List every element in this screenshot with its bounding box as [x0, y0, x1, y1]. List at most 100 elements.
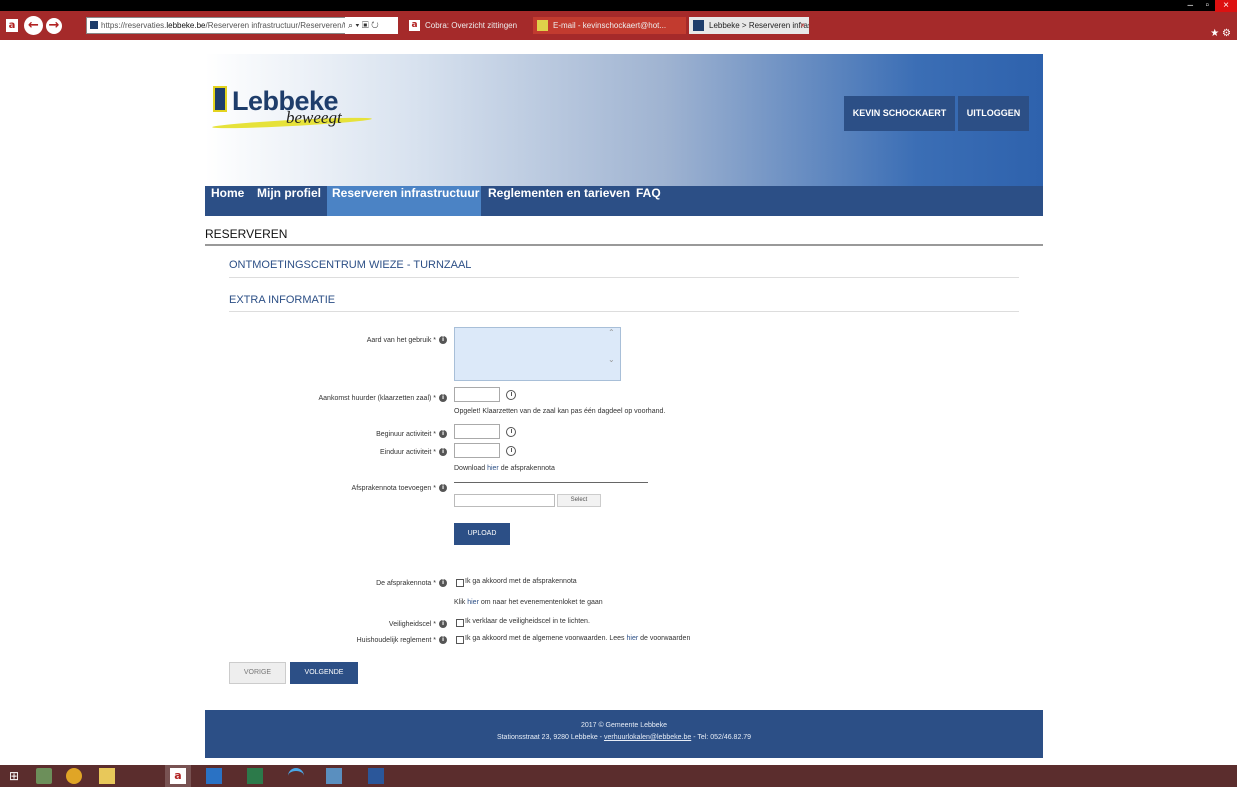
word-icon[interactable]	[368, 768, 384, 784]
label-text: Einduur activiteit *	[379, 448, 436, 456]
lebbeke-logo[interactable]: Lebbeke beweegt	[211, 84, 382, 154]
nav-faq[interactable]: FAQ	[636, 186, 661, 216]
textarea-scrollbar[interactable]: ⌃ ⌄	[608, 328, 618, 380]
note-text: om naar het evenementenloket te gaan	[480, 599, 603, 606]
taskbar: ⊞ a	[0, 765, 1237, 787]
address-domain: lebbeke.be	[166, 21, 206, 30]
section-title: EXTRA INFORMATIE	[229, 294, 336, 306]
nav-reserveren[interactable]: Reserveren infrastructuur	[327, 186, 481, 216]
acrobat-icon[interactable]: a	[170, 768, 186, 784]
nav-profiel[interactable]: Mijn profiel	[257, 186, 321, 216]
label-text: Huishoudelijk reglement *	[356, 636, 436, 644]
divider	[454, 482, 648, 483]
evenementenloket-link[interactable]: hier	[467, 599, 479, 606]
eind-time-input[interactable]	[454, 443, 500, 458]
huis-label: Huishoudelijk reglement * i	[357, 636, 447, 644]
huis-text[interactable]: Ik ga akkoord met de algemene voorwaarde…	[465, 635, 690, 642]
divider	[205, 244, 1043, 246]
clock-icon[interactable]	[506, 446, 516, 456]
tab-close-icon[interactable]: ×	[800, 17, 805, 34]
clock-icon[interactable]	[506, 427, 516, 437]
upload-button[interactable]: UPLOAD	[454, 523, 510, 545]
next-button[interactable]: VOLGENDE	[290, 662, 358, 684]
info-icon[interactable]: i	[439, 579, 447, 587]
logo-sub: beweegt	[286, 108, 342, 127]
begin-time-input[interactable]	[454, 424, 500, 439]
aankomst-time-input[interactable]	[454, 387, 500, 402]
aard-label: Aard van het gebruik * i	[367, 336, 447, 344]
info-icon[interactable]: i	[439, 336, 447, 344]
page-title: RESERVEREN	[205, 227, 288, 241]
app-icon[interactable]	[36, 768, 52, 784]
huis-text-pre: Ik ga akkoord met de algemene voorwaarde…	[465, 635, 625, 642]
eind-label: Einduur activiteit * i	[380, 448, 447, 456]
nav-reglementen[interactable]: Reglementen en tarieven	[488, 186, 630, 216]
note-text: Klik	[454, 599, 466, 606]
info-icon[interactable]: i	[439, 484, 447, 492]
akkoord-label: De afsprakennota * i	[376, 579, 447, 587]
previous-button[interactable]: VORIGE	[229, 662, 286, 684]
favorites-icon[interactable]: ★ ⚙	[1210, 28, 1231, 39]
folder-icon[interactable]	[99, 768, 115, 784]
footer-address: Stationsstraat 23, 9280 Lebbeke -	[496, 734, 603, 741]
begin-label: Beginuur activiteit * i	[376, 430, 447, 438]
network-icon[interactable]	[326, 768, 342, 784]
veilig-label: Veiligheidscel * i	[389, 620, 447, 628]
opgelet-note: Opgelet! Klaarzetten van de zaal kan pas…	[454, 408, 666, 415]
info-icon[interactable]: i	[439, 636, 447, 644]
nav-home[interactable]: Home	[211, 186, 244, 216]
location-title: ONTMOETINGSCENTRUM WIEZE - TURNZAAL	[229, 259, 472, 271]
wifi-icon[interactable]	[288, 768, 304, 784]
select-file-button[interactable]: Select	[557, 494, 601, 507]
minimize-icon[interactable]: –	[1187, 0, 1193, 11]
info-icon[interactable]: i	[439, 448, 447, 456]
info-icon[interactable]: i	[439, 394, 447, 402]
windows-start-icon[interactable]: ⊞	[6, 768, 22, 784]
veilig-checkbox[interactable]	[456, 619, 464, 627]
footer-email-link[interactable]: verhuurlokalen@lebbeke.be	[604, 734, 691, 741]
address-actions[interactable]: ⌕ ▾ ▣ ↻	[345, 17, 398, 34]
tab-cobra[interactable]: a Cobra: Overzicht zittingen	[405, 17, 530, 34]
logo-mark-icon	[213, 86, 227, 112]
footer-contact: Stationsstraat 23, 9280 Lebbeke - verhuu…	[205, 734, 1043, 741]
info-icon[interactable]: i	[439, 620, 447, 628]
browser-toolbar: a ← → https://reservaties.lebbeke.be/Res…	[0, 11, 1237, 40]
header-banner: Lebbeke beweegt KEVIN SCHOCKAERT UITLOGG…	[205, 54, 1043, 186]
footer: 2017 © Gemeente Lebbeke Stationsstraat 2…	[205, 710, 1043, 758]
huis-text-post: de voorwaarden	[640, 635, 691, 642]
close-window-icon[interactable]: ×	[1215, 0, 1237, 12]
akkoord-text[interactable]: Ik ga akkoord met de afsprakennota	[465, 578, 577, 585]
main-nav: Home Mijn profiel Reserveren infrastruct…	[205, 186, 1043, 216]
site-favicon	[90, 21, 98, 29]
chrome-icon[interactable]	[66, 768, 82, 784]
site-container: Lebbeke beweegt KEVIN SCHOCKAERT UITLOGG…	[205, 54, 1043, 765]
site-icon	[693, 20, 704, 31]
label-text: Veiligheidscel *	[388, 620, 436, 628]
forward-button[interactable]: →	[46, 18, 62, 34]
info-icon[interactable]: i	[439, 430, 447, 438]
logout-button[interactable]: UITLOGGEN	[958, 96, 1029, 131]
outlook-icon[interactable]	[206, 768, 222, 784]
label-text: Afsprakennota toevoegen *	[351, 484, 436, 492]
download-link[interactable]: hier	[487, 465, 499, 472]
tab-lebbeke[interactable]: Lebbeke > Reserveren infras... ×	[689, 17, 809, 34]
user-button[interactable]: KEVIN SCHOCKAERT	[844, 96, 955, 131]
label-text: De afsprakennota *	[376, 579, 436, 587]
file-path-input[interactable]	[454, 494, 555, 507]
huis-checkbox[interactable]	[456, 636, 464, 644]
aard-textarea[interactable]: ⌃ ⌄	[454, 327, 621, 381]
akkoord-checkbox[interactable]	[456, 579, 464, 587]
nota-label: Afsprakennota toevoegen * i	[352, 484, 447, 492]
restore-icon[interactable]: ▫	[1205, 0, 1209, 11]
klik-note: Klik hier om naar het evenementenloket t…	[454, 599, 603, 606]
label-text: Aankomst huurder (klaarzetten zaal) *	[318, 394, 437, 402]
pdf-app-icon[interactable]: a	[6, 19, 18, 32]
back-button[interactable]: ←	[24, 16, 43, 35]
aankomst-label: Aankomst huurder (klaarzetten zaal) * i	[318, 394, 447, 402]
app-tm-icon[interactable]	[247, 768, 263, 784]
divider	[229, 311, 1019, 312]
veilig-text[interactable]: Ik verklaar de veiligheidscel in te lich…	[465, 618, 590, 625]
tab-email[interactable]: E-mail - kevinschockaert@hot...	[533, 17, 686, 34]
clock-icon[interactable]	[506, 390, 516, 400]
voorwaarden-link[interactable]: hier	[627, 635, 639, 642]
